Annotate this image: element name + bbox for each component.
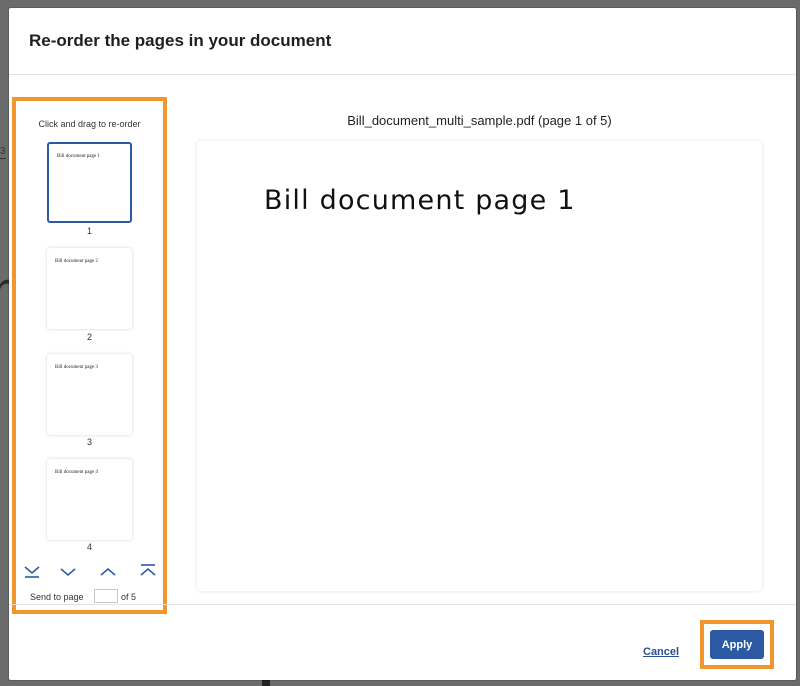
thumbnail-text: Bill document page 1 — [57, 154, 100, 159]
send-to-page-input[interactable] — [94, 589, 118, 603]
reorder-controls — [16, 562, 163, 580]
apply-button[interactable]: Apply — [710, 630, 764, 659]
send-to-page-total: of 5 — [121, 592, 137, 602]
move-to-bottom-icon — [24, 566, 40, 578]
move-down-icon — [60, 568, 76, 577]
move-up-icon — [100, 567, 116, 576]
dialog-footer: Cancel Apply — [9, 604, 796, 680]
move-to-top-button[interactable] — [138, 562, 158, 580]
move-to-top-icon — [140, 564, 156, 576]
thumbnail-instructions: Click and drag to re-order — [38, 119, 141, 129]
thumbnail-panel: Click and drag to re-order Bill document… — [12, 97, 167, 614]
page-preview: Bill document page 1 — [197, 141, 762, 591]
preview-page-text: Bill document page 1 — [264, 185, 576, 216]
send-to-page-label: Send to page — [30, 592, 84, 602]
thumbnail-text: Bill document page 2 — [55, 259, 98, 264]
move-to-bottom-button[interactable] — [22, 562, 42, 580]
background-tab-fragment: 3 — [0, 146, 6, 159]
thumbnail-number-4: 4 — [86, 542, 92, 552]
thumbnail-number-3: 3 — [86, 437, 92, 447]
page-thumbnail-1[interactable]: Bill document page 1 — [47, 142, 132, 223]
preview-filename: Bill_document_multi_sample.pdf (page 1 o… — [347, 113, 612, 128]
page-thumbnail-3[interactable]: Bill document page 3 — [47, 354, 132, 435]
thumbnail-number-1: 1 — [86, 226, 92, 236]
thumbnail-number-2: 2 — [86, 332, 92, 342]
cancel-button[interactable]: Cancel — [643, 646, 679, 658]
page-thumbnail-4[interactable]: Bill document page 4 — [47, 459, 132, 540]
apply-button-highlight: Apply — [700, 620, 774, 669]
move-down-button[interactable] — [58, 562, 78, 580]
reorder-pages-dialog: Re-order the pages in your document Clic… — [9, 8, 796, 680]
thumbnail-text: Bill document page 3 — [55, 365, 98, 370]
dialog-header: Re-order the pages in your document — [9, 8, 796, 75]
page-thumbnail-2[interactable]: Bill document page 2 — [47, 248, 132, 329]
thumbnail-text: Bill document page 4 — [55, 470, 98, 475]
move-up-button[interactable] — [98, 562, 118, 580]
dialog-title: Re-order the pages in your document — [29, 31, 332, 50]
